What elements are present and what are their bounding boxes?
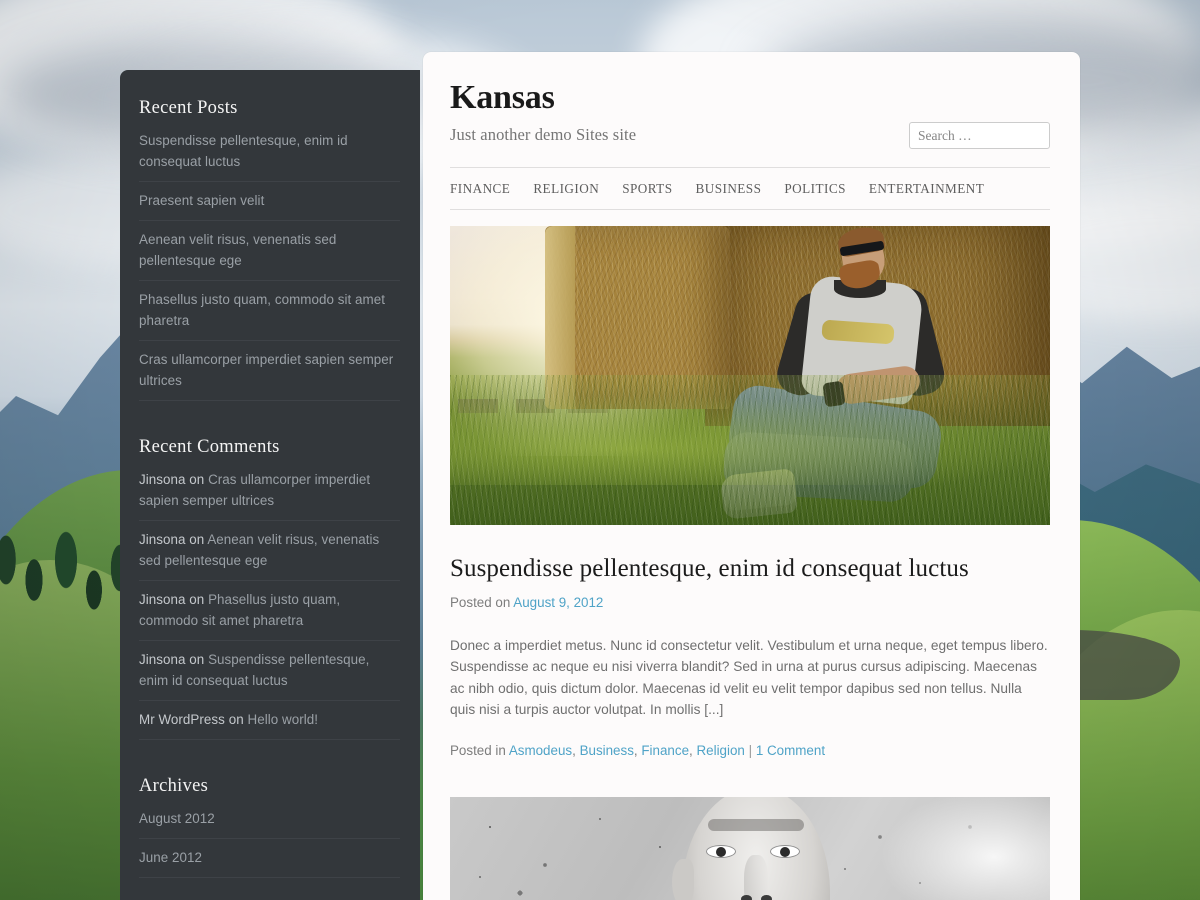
posted-in-label: Posted in <box>450 743 506 759</box>
comment-author[interactable]: Jinsona <box>139 652 186 667</box>
widget-archives: Archives August 2012 June 2012 <box>139 776 400 878</box>
post-date-link[interactable]: August 9, 2012 <box>513 595 603 610</box>
category-link-asmodeus[interactable]: Asmodeus <box>509 743 572 758</box>
nav-item-finance[interactable]: FINANCE <box>450 180 510 198</box>
list-item[interactable]: Suspendisse pellentesque, enim id conseq… <box>139 128 400 182</box>
site-header: Kansas Just another demo Sites site <box>450 80 1050 149</box>
list-item[interactable]: June 2012 <box>139 839 400 878</box>
comment-on-label: on <box>189 472 205 487</box>
portrait-nose <box>744 855 768 900</box>
post-footer: Posted in Asmodeus, Business, Finance, R… <box>450 743 1050 758</box>
list-item[interactable]: Jinsona on Cras ullamcorper imperdiet sa… <box>139 467 400 521</box>
post-article: Suspendisse pellentesque, enim id conseq… <box>450 225 1050 758</box>
category-link-finance[interactable]: Finance <box>641 743 689 758</box>
recent-comments-list: Jinsona on Cras ullamcorper imperdiet sa… <box>139 467 400 740</box>
site-title[interactable]: Kansas <box>450 80 1050 116</box>
comma: , <box>572 743 576 759</box>
nav-item-politics[interactable]: POLITICS <box>784 180 845 198</box>
list-item[interactable]: Mr WordPress on Hello world! <box>139 701 400 740</box>
recent-post-link[interactable]: Cras ullamcorper imperdiet sapien semper… <box>139 352 393 388</box>
recent-post-link[interactable]: Aenean velit risus, venenatis sed pellen… <box>139 232 336 268</box>
comment-author[interactable]: Mr WordPress <box>139 712 225 727</box>
list-item[interactable]: Jinsona on Aenean velit risus, venenatis… <box>139 521 400 581</box>
widget-title-archives: Archives <box>139 776 209 796</box>
comment-author[interactable]: Jinsona <box>139 472 186 487</box>
portrait-pupil-left <box>716 847 726 858</box>
recent-posts-list: Suspendisse pellentesque, enim id conseq… <box>139 128 400 401</box>
portrait-brow <box>708 819 804 832</box>
search-form[interactable] <box>909 122 1050 149</box>
widget-title-recent-comments: Recent Comments <box>139 437 280 457</box>
post-article <box>450 797 1050 900</box>
main-navigation: FINANCE RELIGION SPORTS BUSINESS POLITIC… <box>450 166 1050 210</box>
archive-link[interactable]: June 2012 <box>139 850 202 865</box>
comments-link[interactable]: 1 Comment <box>756 743 825 758</box>
comment-on-label: on <box>189 592 205 607</box>
post-meta: Posted on August 9, 2012 <box>450 595 1050 610</box>
portrait-pupil-right <box>780 847 790 858</box>
post-title[interactable]: Suspendisse pellentesque, enim id conseq… <box>450 554 1050 584</box>
smoke-cloud <box>880 797 1050 900</box>
comment-on-label: on <box>228 712 244 727</box>
portrait-nostril-left <box>741 895 752 900</box>
comment-author[interactable]: Jinsona <box>139 592 186 607</box>
sidebar: Recent Posts Suspendisse pellentesque, e… <box>120 70 420 900</box>
nav-item-sports[interactable]: SPORTS <box>622 180 672 198</box>
recent-post-link[interactable]: Suspendisse pellentesque, enim id conseq… <box>139 133 348 169</box>
post-featured-image[interactable] <box>450 797 1050 900</box>
list-item[interactable]: Jinsona on Phasellus justo quam, commodo… <box>139 581 400 641</box>
nav-link[interactable]: FINANCE <box>450 181 510 196</box>
comma: , <box>633 743 638 759</box>
nav-item-entertainment[interactable]: ENTERTAINMENT <box>869 180 984 198</box>
content-panel: Kansas Just another demo Sites site FINA… <box>423 52 1080 900</box>
category-link-religion[interactable]: Religion <box>696 743 744 758</box>
list-item[interactable]: Aenean velit risus, venenatis sed pellen… <box>139 221 400 281</box>
archive-link[interactable]: August 2012 <box>139 811 215 826</box>
category-link-business[interactable]: Business <box>580 743 634 758</box>
nav-link[interactable]: SPORTS <box>622 181 672 196</box>
widget-recent-posts: Recent Posts Suspendisse pellentesque, e… <box>139 98 400 401</box>
widget-recent-comments: Recent Comments Jinsona on Cras ullamcor… <box>139 437 400 740</box>
list-item[interactable]: Praesent sapien velit <box>139 182 400 221</box>
nav-link[interactable]: BUSINESS <box>695 181 761 196</box>
nav-item-business[interactable]: BUSINESS <box>695 180 761 198</box>
meta-separator: | <box>748 743 753 759</box>
recent-post-link[interactable]: Phasellus justo quam, commodo sit amet p… <box>139 292 385 328</box>
post-summary: Donec a imperdiet metus. Nunc id consect… <box>450 637 1048 718</box>
portrait-illustration <box>450 797 1050 900</box>
post-featured-image[interactable] <box>450 225 1050 525</box>
hay-field-illustration <box>450 225 1050 525</box>
nav-link[interactable]: RELIGION <box>533 181 599 196</box>
list-item[interactable]: Cras ullamcorper imperdiet sapien semper… <box>139 341 400 401</box>
portrait-nostril-right <box>761 895 772 900</box>
nav-item-religion[interactable]: RELIGION <box>533 180 599 198</box>
posted-on-label: Posted on <box>450 594 511 610</box>
grass-highlight <box>450 394 1050 485</box>
search-input[interactable] <box>909 122 1050 149</box>
archives-list: August 2012 June 2012 <box>139 806 400 878</box>
nav-list: FINANCE RELIGION SPORTS BUSINESS POLITIC… <box>450 180 1050 198</box>
nav-link[interactable]: ENTERTAINMENT <box>869 181 984 196</box>
comment-on-label: on <box>189 532 205 547</box>
portrait-ear <box>672 859 694 900</box>
recent-post-link[interactable]: Praesent sapien velit <box>139 193 264 208</box>
list-item[interactable]: August 2012 <box>139 806 400 839</box>
comma: , <box>689 743 693 759</box>
nav-link[interactable]: POLITICS <box>784 181 845 196</box>
widget-title-recent-posts: Recent Posts <box>139 98 238 118</box>
comment-author[interactable]: Jinsona <box>139 532 186 547</box>
list-item[interactable]: Jinsona on Suspendisse pellentesque, eni… <box>139 641 400 701</box>
comment-post-link[interactable]: Hello world! <box>247 712 318 727</box>
comment-on-label: on <box>189 652 205 667</box>
list-item[interactable]: Phasellus justo quam, commodo sit amet p… <box>139 281 400 341</box>
